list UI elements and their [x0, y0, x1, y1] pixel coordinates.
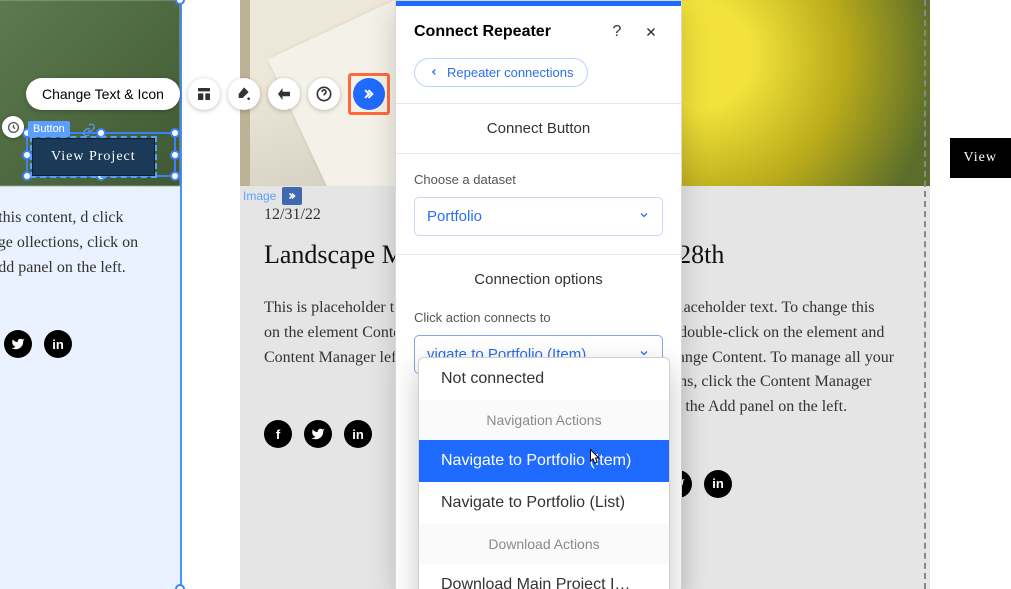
data-connect-icon[interactable] — [353, 78, 385, 110]
button-element-tag: Button — [28, 121, 70, 137]
image-element-tag: Image — [243, 187, 302, 205]
help-icon[interactable] — [308, 78, 340, 110]
panel-help-icon[interactable]: ? — [605, 20, 629, 44]
dropdown-option-download-main[interactable]: Download Main Project I… — [419, 564, 669, 589]
dropdown-option-navigate-item[interactable]: Navigate to Portfolio (Item) — [419, 440, 669, 482]
dataset-select[interactable]: Portfolio — [414, 197, 663, 236]
dropdown-header-navigation: Navigation Actions — [419, 400, 669, 440]
card-description: ange this content, d click Change ollect… — [0, 206, 156, 280]
dataset-label: Choose a dataset — [414, 172, 663, 187]
cursor-pointer-icon — [583, 447, 603, 474]
element-toolbar: Change Text & Icon — [26, 73, 390, 115]
chevron-down-icon — [638, 208, 650, 225]
click-action-dropdown: Not connected Navigation Actions Navigat… — [418, 357, 670, 589]
viewport-boundary — [924, 0, 926, 589]
view-project-button-card3[interactable]: View — [950, 138, 1011, 178]
link-indicator-icon — [82, 123, 96, 137]
view-project-button[interactable]: View Project — [32, 138, 155, 176]
paint-icon[interactable] — [228, 78, 260, 110]
twitter-icon[interactable] — [304, 420, 332, 448]
facebook-icon[interactable]: f — [264, 420, 292, 448]
chevron-left-icon — [429, 65, 439, 80]
layout-icon[interactable] — [188, 78, 220, 110]
section-connection-options: Connection options — [396, 254, 681, 304]
close-icon[interactable] — [639, 20, 663, 44]
section-connect-button: Connect Button — [396, 103, 681, 154]
click-action-label: Click action connects to — [414, 310, 663, 325]
dropdown-header-download: Download Actions — [419, 524, 669, 564]
data-binding-icon — [282, 187, 302, 205]
dropdown-option-not-connected[interactable]: Not connected — [419, 358, 669, 400]
linkedin-icon[interactable]: in — [44, 330, 72, 358]
dropdown-option-navigate-list[interactable]: Navigate to Portfolio (List) — [419, 482, 669, 524]
change-text-icon-button[interactable]: Change Text & Icon — [26, 78, 180, 110]
linkedin-icon[interactable]: in — [704, 470, 732, 498]
undo-icon[interactable] — [2, 116, 24, 138]
back-repeater-connections[interactable]: Repeater connections — [414, 58, 588, 87]
panel-title: Connect Repeater — [414, 23, 595, 41]
social-row: f in — [0, 330, 156, 358]
linkedin-icon[interactable]: in — [344, 420, 372, 448]
twitter-icon[interactable] — [4, 330, 32, 358]
animation-icon[interactable] — [268, 78, 300, 110]
